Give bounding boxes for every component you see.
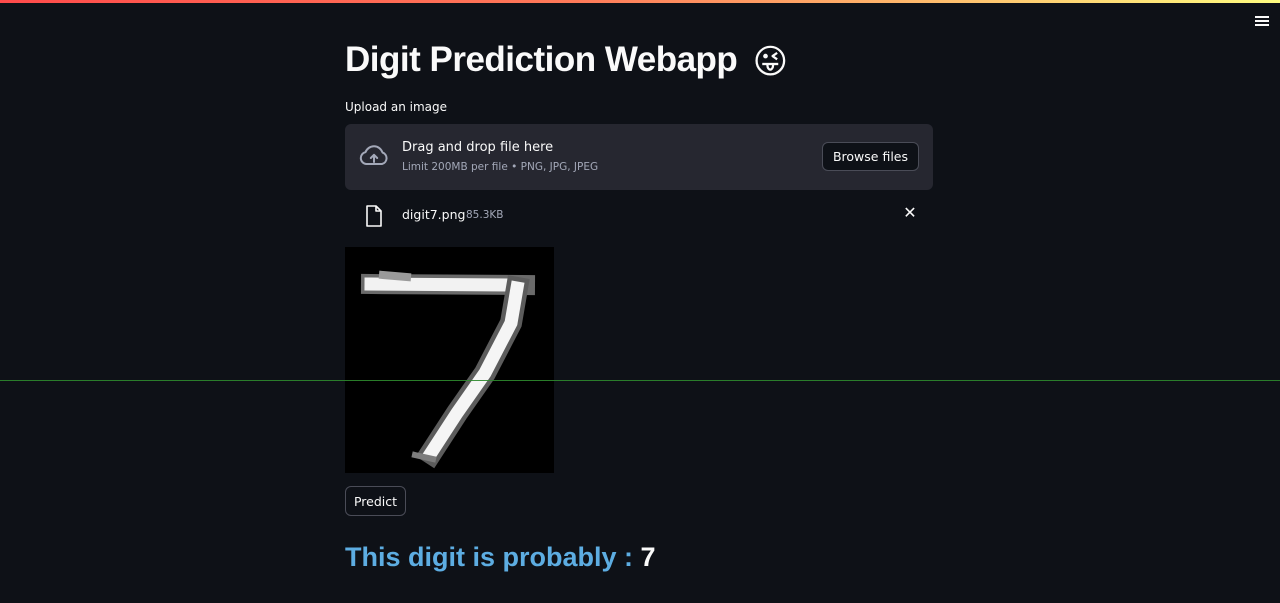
cloud-upload-icon bbox=[359, 145, 388, 165]
hamburger-menu-icon[interactable] bbox=[1254, 13, 1270, 29]
top-decoration-bar bbox=[0, 0, 1280, 3]
close-icon[interactable]: ✕ bbox=[903, 205, 917, 221]
file-icon bbox=[366, 205, 382, 227]
divider-line bbox=[0, 380, 1280, 381]
browse-files-button[interactable]: Browse files bbox=[821, 142, 919, 171]
file-dropzone[interactable]: Drag and drop file here Limit 200MB per … bbox=[345, 124, 933, 190]
file-limit-text: Limit 200MB per file • PNG, JPG, JPEG bbox=[402, 161, 599, 173]
dropzone-text: Drag and drop file here Limit 200MB per … bbox=[402, 140, 598, 173]
uploaded-file-size: 85.3KB bbox=[466, 209, 504, 221]
uploaded-digit-image bbox=[345, 247, 554, 473]
upload-label: Upload an image bbox=[345, 100, 448, 114]
predict-button[interactable]: Predict bbox=[345, 486, 406, 516]
drop-instructions: Drag and drop file here bbox=[402, 140, 554, 155]
prediction-result: This digit is probably : 7 bbox=[345, 542, 656, 573]
uploaded-file-row: digit7.png 85.3KB ✕ bbox=[345, 200, 933, 230]
uploaded-file-name: digit7.png bbox=[402, 207, 466, 222]
prediction-label: This digit is probably : bbox=[345, 542, 634, 572]
emoji-icon: 😜 bbox=[752, 43, 788, 81]
prediction-value: 7 bbox=[640, 542, 656, 572]
page-title: Digit Prediction Webapp 😜 bbox=[345, 40, 788, 82]
page-title-text: Digit Prediction Webapp bbox=[345, 40, 738, 79]
